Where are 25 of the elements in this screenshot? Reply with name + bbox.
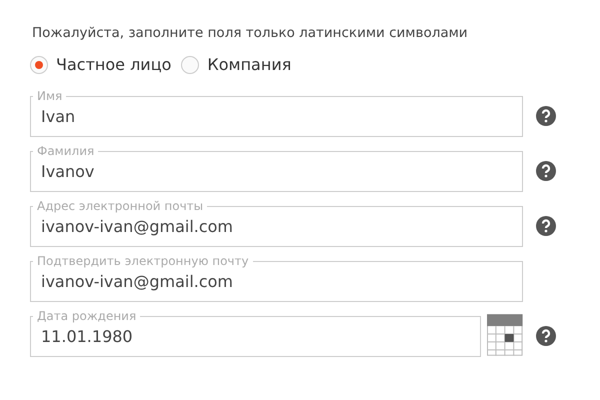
field-label: Имя — [37, 89, 62, 103]
help-icon[interactable] — [536, 326, 556, 346]
field-label: Дата рождения — [37, 309, 136, 323]
help-icon[interactable] — [536, 106, 556, 126]
field-value[interactable]: Ivan — [41, 103, 512, 126]
radio-option[interactable]: Частное лицо — [30, 55, 172, 74]
radio-icon[interactable] — [181, 56, 200, 74]
instruction-text: Пожалуйста, заполните поля только латинскими символами — [32, 25, 469, 41]
input-field[interactable]: Имя Ivan — [30, 89, 523, 137]
field-value[interactable]: Ivanov — [41, 158, 512, 181]
field-label: Адрес электронной почты — [37, 199, 204, 213]
input-field[interactable]: Адрес электронной почты ivanov-ivan@gmail.com — [30, 199, 523, 247]
field-value[interactable]: ivanov-ivan@gmail.com — [41, 213, 512, 236]
input-field[interactable]: Фамилия Ivanov — [30, 144, 523, 192]
help-icon[interactable] — [536, 161, 556, 181]
input-field[interactable]: Подтвердить электронную почту ivanov-ivan@gmail.com — [30, 254, 523, 302]
input-field[interactable]: Дата рождения 11.01.1980 — [30, 309, 481, 357]
field-label: Подтвердить электронную почту — [37, 254, 249, 268]
help-icon[interactable] — [536, 216, 556, 236]
radio-option[interactable]: Компания — [181, 55, 292, 74]
field-label: Фамилия — [37, 144, 94, 158]
radio-icon[interactable] — [30, 56, 48, 74]
field-value[interactable]: 11.01.1980 — [41, 323, 470, 346]
field-value[interactable]: ivanov-ivan@gmail.com — [41, 268, 512, 291]
calendar-icon[interactable] — [486, 314, 523, 356]
